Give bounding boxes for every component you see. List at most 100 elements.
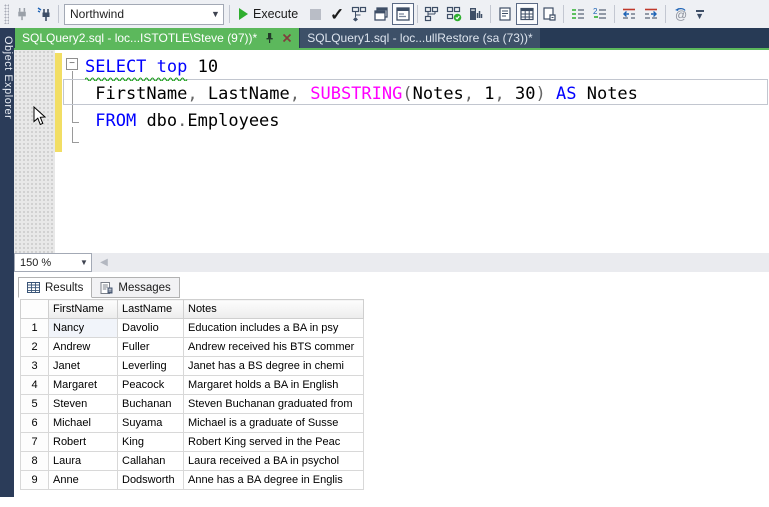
row-number[interactable]: 3: [21, 357, 49, 376]
column-header-firstname[interactable]: FirstName: [49, 300, 118, 319]
table-row: 5 Steven Buchanan Steven Buchanan gradua…: [21, 395, 364, 414]
row-number-header[interactable]: [21, 300, 49, 319]
tab-label: SQLQuery2.sql - loc...ISTOTLE\Steve (97)…: [22, 31, 257, 45]
cell-lastname[interactable]: Fuller: [118, 338, 184, 357]
row-number[interactable]: 5: [21, 395, 49, 414]
chevron-down-icon[interactable]: ▼: [77, 258, 91, 267]
client-statistics-button[interactable]: [465, 3, 487, 25]
row-number[interactable]: 2: [21, 338, 49, 357]
cell-firstname[interactable]: Anne: [49, 471, 118, 490]
template-parameters-button[interactable]: @: [669, 3, 691, 25]
live-query-statistics-button[interactable]: [421, 3, 443, 25]
cell-notes[interactable]: Anne has a BA degree in Englis: [184, 471, 364, 490]
code-line-3[interactable]: FROM dbo.Employees: [85, 108, 280, 135]
execute-button[interactable]: Execute: [233, 3, 304, 25]
actual-execution-plan-button[interactable]: [443, 3, 465, 25]
column-header-notes[interactable]: Notes: [184, 300, 364, 319]
results-pane: Results Messages FirstName LastName Note…: [14, 272, 769, 507]
decrease-indent-icon: [621, 6, 637, 22]
cell-lastname[interactable]: Davolio: [118, 319, 184, 338]
toolbar-separator: [490, 5, 491, 23]
tab-results[interactable]: Results: [18, 277, 92, 298]
table-row: 6 Michael Suyama Michael is a graduate o…: [21, 414, 364, 433]
cancel-query-icon: [310, 9, 321, 20]
pin-icon[interactable]: [264, 32, 275, 44]
table-row: 8 Laura Callahan Laura received a BA in …: [21, 452, 364, 471]
row-number[interactable]: 1: [21, 319, 49, 338]
results-to-grid-button[interactable]: [516, 3, 538, 25]
query-options-button[interactable]: [370, 3, 392, 25]
toolbar-separator: [229, 5, 230, 23]
cell-notes[interactable]: Steven Buchanan graduated from: [184, 395, 364, 414]
uncomment-icon: 2: [592, 6, 608, 22]
cell-notes[interactable]: Michael is a graduate of Susse: [184, 414, 364, 433]
mouse-cursor: [33, 106, 47, 126]
template-parameters-icon: @: [672, 6, 689, 23]
cell-lastname[interactable]: Buchanan: [118, 395, 184, 414]
row-number[interactable]: 9: [21, 471, 49, 490]
scroll-left-arrow[interactable]: ◀: [96, 253, 112, 272]
database-selector[interactable]: Northwind ▼: [64, 4, 224, 25]
cell-lastname[interactable]: Dodsworth: [118, 471, 184, 490]
row-number[interactable]: 8: [21, 452, 49, 471]
cell-notes[interactable]: Margaret holds a BA in English: [184, 376, 364, 395]
sql-editor[interactable]: − SELECT top 10 FirstName, LastName, SUB…: [14, 50, 769, 253]
toolbar-grip[interactable]: [4, 4, 9, 24]
decrease-indent-button[interactable]: [618, 3, 640, 25]
tab-messages[interactable]: Messages: [92, 277, 179, 298]
zoom-selector[interactable]: 150 % ▼: [14, 253, 92, 272]
editor-hscrollbar[interactable]: 150 % ▼ ◀: [14, 253, 769, 272]
cell-notes[interactable]: Robert King served in the Peac: [184, 433, 364, 452]
cell-lastname[interactable]: King: [118, 433, 184, 452]
intellisense-enabled-button[interactable]: [392, 3, 414, 25]
display-estimated-plan-button[interactable]: [348, 3, 370, 25]
toolbar-overflow-button[interactable]: ▼: [695, 10, 704, 18]
toolbar-separator: [665, 5, 666, 23]
parse-button[interactable]: ✓: [326, 3, 348, 25]
cell-firstname[interactable]: Andrew: [49, 338, 118, 357]
cancel-query-button[interactable]: [304, 3, 326, 25]
cell-firstname[interactable]: Steven: [49, 395, 118, 414]
cell-lastname[interactable]: Peacock: [118, 376, 184, 395]
column-header-lastname[interactable]: LastName: [118, 300, 184, 319]
cell-firstname[interactable]: Robert: [49, 433, 118, 452]
cell-firstname[interactable]: Margaret: [49, 376, 118, 395]
fold-region-end: [72, 142, 79, 143]
comment-icon: [570, 6, 586, 22]
change-connection-icon[interactable]: [33, 3, 55, 25]
table-row: 1 Nancy Davolio Education includes a BA …: [21, 319, 364, 338]
row-number[interactable]: 4: [21, 376, 49, 395]
tab-sqlquery2[interactable]: SQLQuery2.sql - loc...ISTOTLE\Steve (97)…: [15, 28, 299, 48]
cell-firstname[interactable]: Laura: [49, 452, 118, 471]
results-to-text-button[interactable]: [494, 3, 516, 25]
uncomment-button[interactable]: 2: [589, 3, 611, 25]
code-line-2[interactable]: FirstName, LastName, SUBSTRING(Notes, 1,…: [85, 81, 638, 108]
tab-sqlquery1[interactable]: SQLQuery1.sql - loc...ullRestore (sa (73…: [300, 28, 539, 48]
row-number[interactable]: 7: [21, 433, 49, 452]
cell-firstname[interactable]: Michael: [49, 414, 118, 433]
cell-lastname[interactable]: Callahan: [118, 452, 184, 471]
close-icon[interactable]: [282, 33, 292, 43]
fold-collapse-toggle[interactable]: −: [66, 58, 78, 70]
row-number[interactable]: 6: [21, 414, 49, 433]
chevron-down-icon[interactable]: ▼: [208, 9, 223, 19]
cell-notes[interactable]: Education includes a BA in psy: [184, 319, 364, 338]
connect-icon[interactable]: [11, 3, 33, 25]
toolbar-separator: [614, 5, 615, 23]
object-explorer-collapsed-tab[interactable]: Object Explorer: [0, 28, 14, 497]
results-grid-icon: [27, 282, 40, 293]
query-options-icon: [373, 6, 389, 22]
results-to-file-button[interactable]: [538, 3, 560, 25]
cell-notes[interactable]: Janet has a BS degree in chemi: [184, 357, 364, 376]
cell-firstname[interactable]: Nancy: [49, 319, 118, 338]
cell-firstname[interactable]: Janet: [49, 357, 118, 376]
increase-indent-button[interactable]: [640, 3, 662, 25]
parse-check-icon: ✓: [330, 6, 344, 23]
cell-notes[interactable]: Andrew received his BTS commer: [184, 338, 364, 357]
zoom-value: 150 %: [15, 257, 77, 269]
cell-lastname[interactable]: Suyama: [118, 414, 184, 433]
increase-indent-icon: [643, 6, 659, 22]
comment-button[interactable]: [567, 3, 589, 25]
cell-notes[interactable]: Laura received a BA in psychol: [184, 452, 364, 471]
cell-lastname[interactable]: Leverling: [118, 357, 184, 376]
